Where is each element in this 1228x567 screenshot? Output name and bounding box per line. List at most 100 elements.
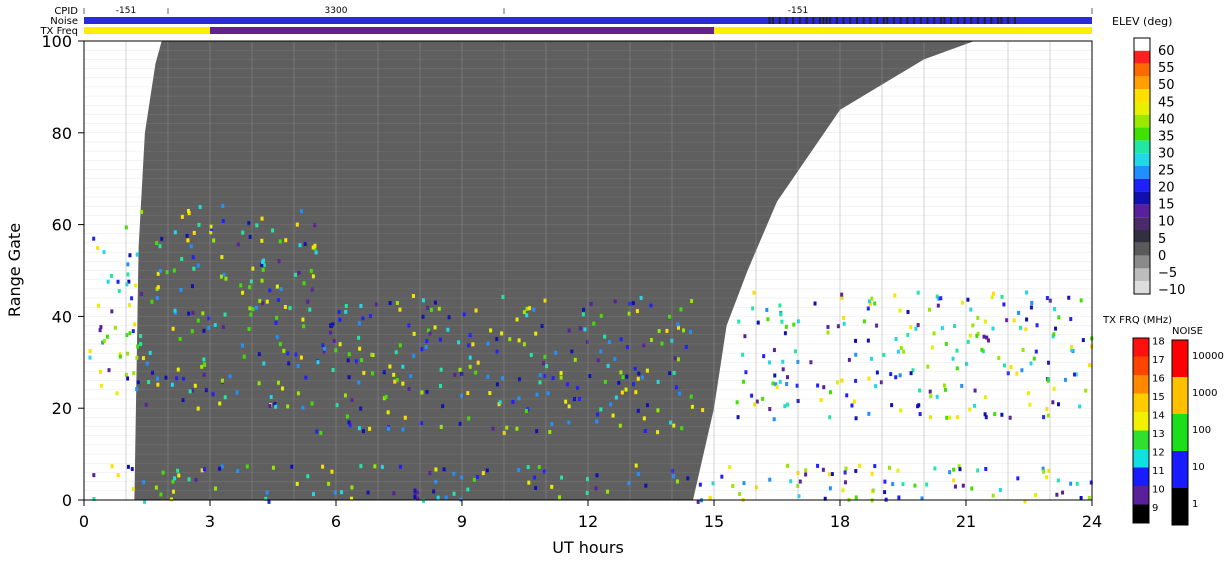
scatter-cell	[603, 334, 607, 339]
scatter-cell	[161, 470, 165, 475]
scatter-cell	[720, 474, 724, 479]
scatter-cell	[930, 345, 934, 350]
txfrq_scale-color-cell	[1133, 430, 1149, 449]
scatter-cell	[1008, 415, 1012, 420]
scatter-cell	[495, 337, 499, 342]
scatter-cell	[332, 338, 336, 343]
scatter-cell	[953, 324, 957, 329]
scatter-cell	[247, 326, 251, 331]
scatter-cell	[429, 307, 433, 312]
scatter-cell	[537, 465, 541, 470]
scatter-cell	[312, 492, 316, 497]
scatter-cell	[751, 306, 755, 311]
scatter-cell	[1000, 412, 1004, 417]
scatter-cell	[599, 349, 603, 354]
scatter-cell	[1025, 290, 1029, 295]
scatter-cell	[171, 326, 175, 331]
scatter-cell	[191, 255, 195, 260]
scatter-cell	[276, 297, 280, 302]
scatter-cell	[781, 367, 785, 372]
elev_scale-color-cell	[1134, 89, 1150, 102]
scatter-cell	[596, 358, 600, 363]
scatter-cell	[866, 338, 870, 343]
scatter-cell	[620, 390, 624, 395]
scatter-cell	[667, 314, 671, 319]
scatter-cell	[275, 284, 279, 289]
scatter-cell	[124, 372, 128, 377]
scatter-cell	[640, 375, 644, 380]
scatter-cell	[290, 464, 294, 469]
scatter-cell	[836, 324, 840, 329]
scatter-cell	[218, 466, 222, 471]
scatter-cell	[1042, 469, 1046, 474]
noise-dark-tick	[798, 17, 801, 24]
noise-dark-tick	[805, 17, 808, 24]
scatter-cell	[304, 375, 308, 380]
scatter-cell	[382, 370, 386, 375]
scatter-cell	[212, 238, 216, 243]
scatter-cell	[347, 375, 351, 380]
noise-dark-tick	[869, 17, 872, 24]
scatter-cell	[969, 307, 973, 312]
scatter-cell	[261, 267, 265, 272]
scatter-cell	[567, 420, 571, 425]
scatter-cell	[310, 287, 314, 292]
scatter-cell	[948, 415, 952, 420]
scatter-cell	[177, 473, 181, 478]
scatter-cell	[559, 375, 563, 380]
x-tick-label: 15	[704, 512, 724, 531]
scatter-cell	[893, 293, 897, 298]
scatter-cell	[140, 291, 144, 296]
scatter-cell	[135, 252, 139, 257]
scatter-cell	[850, 403, 854, 408]
noise-dark-tick	[1007, 17, 1010, 24]
scatter-cell	[260, 216, 264, 221]
scatter-cell	[249, 279, 253, 284]
noise-dark-tick	[943, 17, 946, 24]
scatter-cell	[1088, 363, 1092, 368]
scatter-cell	[491, 426, 495, 431]
scatter-cell	[822, 385, 826, 390]
scatter-cell	[579, 326, 583, 331]
cpid-segment-label: -151	[116, 6, 136, 16]
scatter-cell	[649, 338, 653, 342]
scatter-cell	[731, 483, 735, 488]
scatter-cell	[308, 307, 312, 312]
scatter-cell	[773, 373, 777, 378]
scatter-cell	[551, 376, 555, 381]
scatter-cell	[239, 283, 243, 288]
scatter-cell	[309, 268, 313, 273]
scatter-cell	[392, 491, 396, 496]
scatter-cell	[576, 386, 580, 391]
scatter-cell	[241, 230, 245, 235]
scatter-cell	[535, 392, 539, 397]
scatter-cell	[1029, 305, 1033, 310]
scatter-cell	[970, 486, 974, 491]
scatter-cell	[842, 321, 846, 326]
txfrq_scale-color-cell	[1133, 467, 1149, 486]
noise-dark-tick	[876, 17, 879, 24]
scatter-cell	[955, 348, 959, 353]
scatter-cell	[982, 334, 986, 339]
scatter-cell	[200, 364, 204, 369]
scatter-cell	[588, 374, 592, 379]
scatter-cell	[873, 464, 877, 469]
scatter-cell	[925, 482, 929, 487]
scatter-cell	[425, 339, 429, 344]
scatter-cell	[395, 378, 399, 383]
scatter-cell	[613, 356, 617, 361]
scatter-cell	[665, 328, 669, 333]
scatter-cell	[220, 464, 224, 469]
scatter-cell	[439, 383, 443, 388]
elev_scale-color-cell	[1134, 63, 1150, 77]
scatter-cell	[517, 467, 521, 472]
scatter-cell	[296, 363, 300, 368]
scatter-cell	[524, 408, 528, 413]
scatter-cell	[1081, 338, 1085, 343]
scatter-cell	[679, 307, 683, 312]
elev_scale-scale-label: 45	[1158, 95, 1175, 110]
scatter-cell	[821, 467, 825, 472]
scatter-cell	[328, 330, 332, 335]
scatter-cell	[940, 326, 944, 331]
scatter-cell	[617, 380, 621, 385]
